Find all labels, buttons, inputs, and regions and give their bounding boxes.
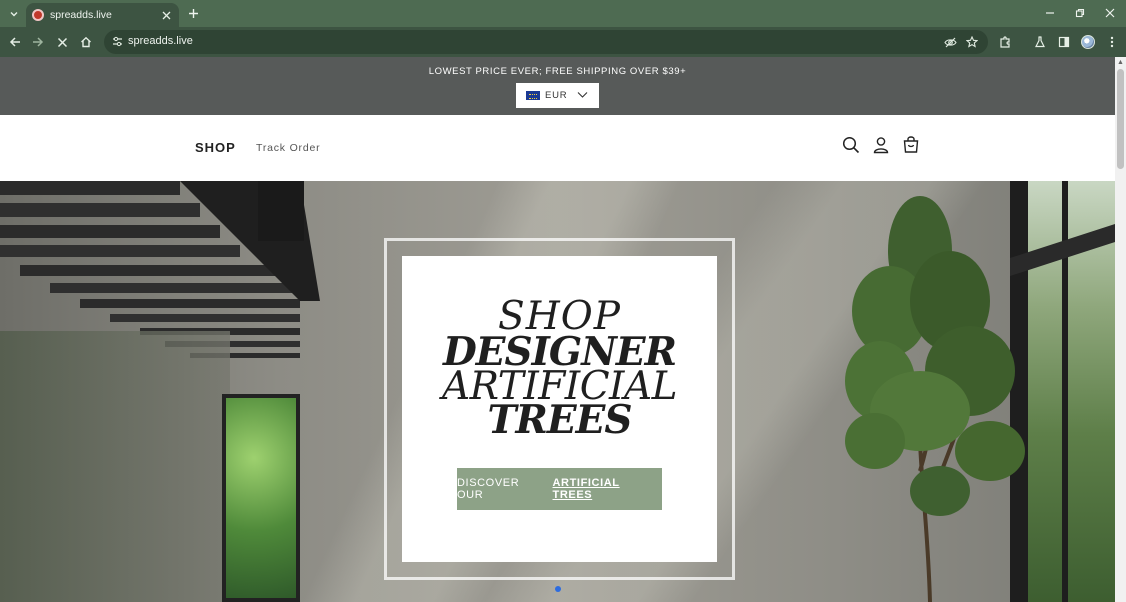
side-panel-button[interactable] (1054, 32, 1074, 52)
kebab-menu-icon (1110, 36, 1114, 48)
puzzle-icon (1000, 36, 1010, 48)
hero-banner: SHOP DESIGNER ARTIFICIAL TREES DISCOVER … (0, 181, 1115, 602)
minimize-button[interactable] (1040, 4, 1060, 22)
tab-close-button[interactable] (159, 8, 173, 22)
bookmark-button[interactable] (964, 34, 980, 50)
star-icon (966, 36, 978, 48)
restore-button[interactable] (1070, 4, 1090, 22)
account-icon (873, 137, 889, 154)
plus-icon (189, 9, 198, 18)
home-button[interactable] (76, 32, 96, 52)
browser-toolbar: spreadds.live (0, 27, 1126, 57)
cart-button[interactable] (902, 136, 922, 156)
site-favicon-icon (32, 9, 44, 21)
site-info-button[interactable] (111, 35, 124, 48)
stop-loading-button[interactable] (52, 32, 72, 52)
browser-tab-strip: spreadds.live (0, 0, 1126, 27)
new-tab-button[interactable] (185, 5, 202, 22)
profile-avatar[interactable] (1081, 35, 1095, 49)
tune-icon (113, 36, 122, 47)
account-button[interactable] (872, 136, 892, 156)
back-button[interactable] (5, 32, 25, 52)
forward-button[interactable] (28, 32, 48, 52)
url-text: spreadds.live (128, 35, 193, 47)
restore-icon (1075, 8, 1085, 18)
tab-title: spreadds.live (50, 9, 112, 21)
browser-tab[interactable]: spreadds.live (26, 3, 179, 27)
arrow-right-icon (33, 37, 44, 47)
eu-flag-icon (526, 91, 540, 100)
browser-menu-button[interactable] (1102, 32, 1122, 52)
page-viewport: LOWEST PRICE EVER; FREE SHIPPING OVER $3… (0, 57, 1126, 602)
nav-track-order-link[interactable]: Track Order (256, 142, 320, 154)
chevron-down-icon (577, 92, 588, 98)
close-icon (1105, 8, 1115, 18)
side-panel-icon (1058, 36, 1070, 48)
extensions-button[interactable] (995, 32, 1015, 52)
left-wall-image (0, 331, 230, 602)
currency-label: EUR (545, 90, 568, 101)
address-bar[interactable]: spreadds.live (104, 30, 988, 54)
nav-shop-link[interactable]: SHOP (195, 140, 236, 155)
tab-search-button[interactable] (5, 5, 23, 22)
labs-button[interactable] (1030, 32, 1050, 52)
close-window-button[interactable] (1100, 4, 1120, 22)
page-scrollbar[interactable]: ▲ (1115, 57, 1126, 602)
tracking-protection-button[interactable] (942, 34, 958, 50)
cta-link-text: ARTIFICIAL TREES (552, 477, 620, 501)
arrow-left-icon (9, 37, 20, 47)
garden-view-image (226, 398, 296, 598)
site-header: SHOP Track Order (0, 115, 1115, 181)
scroll-up-arrow-icon[interactable]: ▲ (1115, 57, 1126, 68)
eye-off-icon (943, 37, 957, 47)
announcement-bar: LOWEST PRICE EVER; FREE SHIPPING OVER $3… (0, 57, 1115, 115)
olive-tree-image (845, 196, 1025, 602)
close-icon (162, 11, 170, 19)
discover-artificial-trees-button[interactable]: DISCOVER OUR ARTIFICIAL TREES (457, 468, 662, 510)
hero-card: SHOP DESIGNER ARTIFICIAL TREES DISCOVER … (402, 256, 717, 562)
cart-icon (903, 136, 919, 153)
close-icon (57, 37, 67, 47)
flask-icon (1035, 36, 1045, 48)
search-button[interactable] (842, 136, 862, 156)
home-icon (81, 36, 91, 48)
currency-selector[interactable]: EUR (516, 83, 599, 108)
chevron-down-icon (10, 11, 18, 16)
hero-headline-line4: TREES (487, 397, 632, 443)
minimize-icon (1046, 12, 1054, 14)
scrollbar-thumb[interactable] (1117, 69, 1124, 169)
search-icon (842, 136, 860, 154)
left-window-image (222, 394, 300, 602)
cta-prefix-text: DISCOVER OUR (457, 477, 520, 501)
slide-indicator-dot[interactable] (555, 586, 561, 592)
announcement-text: LOWEST PRICE EVER; FREE SHIPPING OVER $3… (428, 66, 687, 77)
